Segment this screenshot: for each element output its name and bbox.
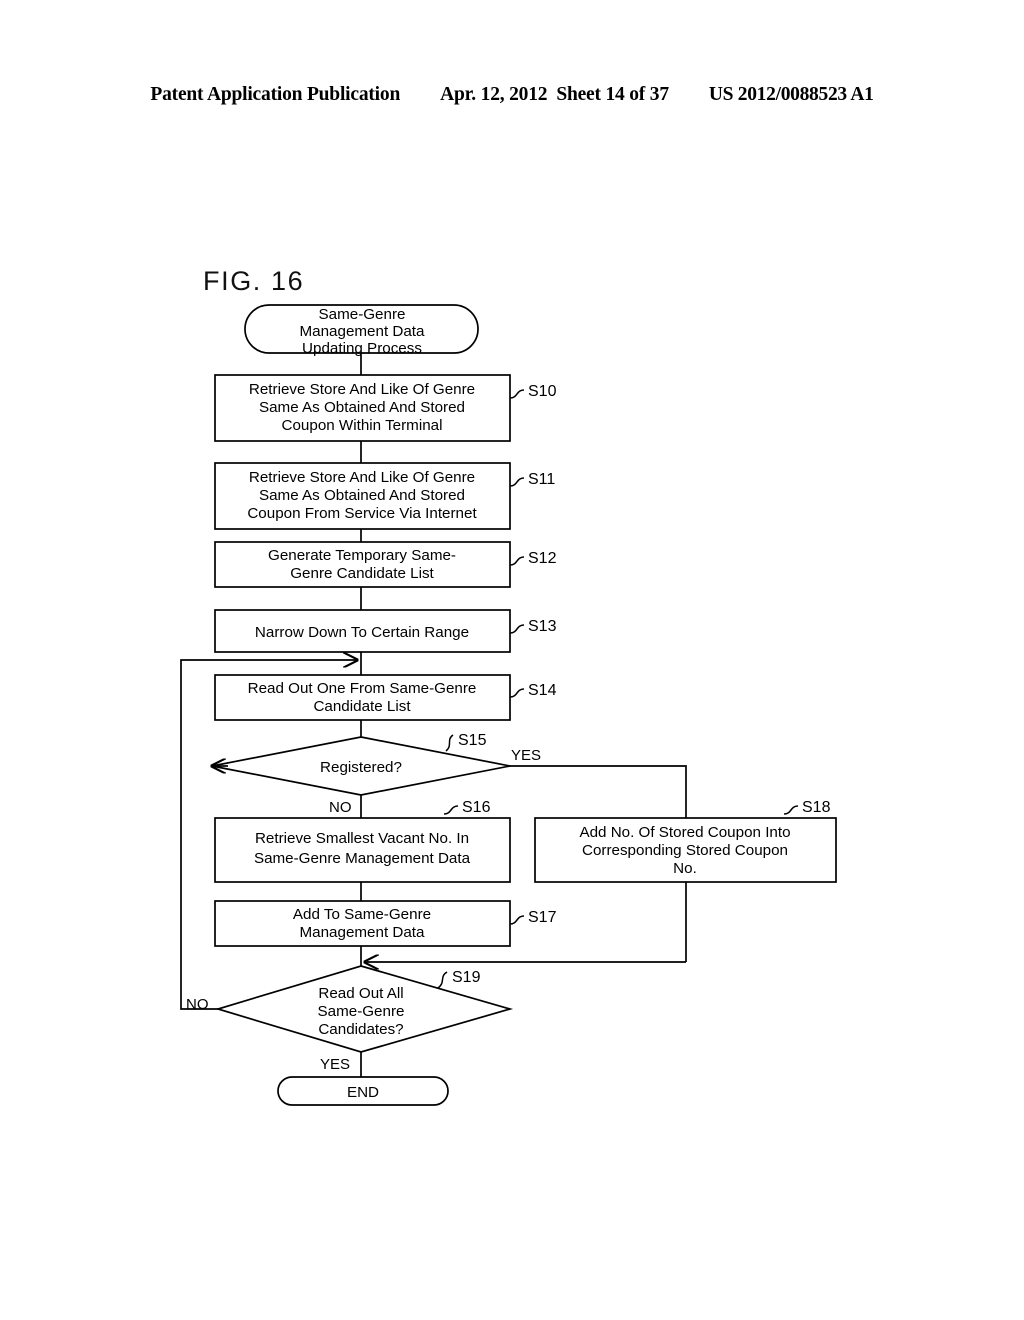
flow-node-s14: Read Out One From Same-Genre Candidate L… [214,674,511,721]
flow-node-s16: Retrieve Smallest Vacant No. In Same-Gen… [214,817,511,883]
flow-node-s10: Retrieve Store And Like Of Genre Same As… [214,374,511,442]
s11-line-3: Coupon From Service Via Internet [247,505,477,522]
step-label-s12: S12 [528,550,557,567]
start-line-3: Updating Process [302,340,422,357]
leader-s15 [445,734,454,752]
leader-s19 [437,971,448,989]
s15-line-1: Registered? [320,759,402,776]
s13-line-1: Narrow Down To Certain Range [255,624,469,641]
step-label-s13: S13 [528,618,557,635]
s17-line-1: Add To Same-Genre [293,906,431,923]
s15-no-label: NO [329,799,352,816]
leader-s16 [443,805,459,815]
s11-line-1: Retrieve Store And Like Of Genre [249,469,475,486]
s18-line-2: Corresponding Stored Coupon [582,842,788,859]
start-line-2: Management Data [300,323,426,340]
step-label-s11: S11 [528,471,555,488]
s14-line-1: Read Out One From Same-Genre [248,680,477,697]
s10-line-1: Retrieve Store And Like Of Genre [249,381,475,398]
s12-line-2: Genre Candidate List [290,565,434,582]
s19-line-2: Same-Genre [318,1003,405,1020]
s19-line-3: Candidates? [318,1021,403,1038]
leader-s13 [509,624,525,634]
flow-node-s13: Narrow Down To Certain Range [214,609,511,653]
leader-s17 [509,915,525,925]
start-line-1: Same-Genre [319,306,406,323]
step-label-s18: S18 [802,799,831,816]
flow-node-s12: Generate Temporary Same- Genre Candidate… [214,541,511,588]
s18-line-1: Add No. Of Stored Coupon Into [579,824,790,841]
leader-s11 [509,477,525,487]
flow-node-s17: Add To Same-Genre Management Data [214,900,511,947]
s17-line-2: Management Data [300,924,426,941]
step-label-s17: S17 [528,909,557,926]
s16-line-2: Same-Genre Management Data [254,850,471,867]
s19-no-label: NO [186,996,209,1013]
s10-line-2: Same As Obtained And Stored [259,399,465,416]
flow-node-s11: Retrieve Store And Like Of Genre Same As… [214,462,511,530]
step-label-s15: S15 [458,732,487,749]
leader-s10 [509,389,525,399]
s10-line-3: Coupon Within Terminal [282,417,443,434]
s12-line-1: Generate Temporary Same- [268,547,456,564]
step-label-s14: S14 [528,682,557,699]
flowchart-diagram: Same-Genre Management Data Updating Proc… [180,304,837,1106]
s19-yes-label: YES [320,1056,350,1073]
step-label-s16: S16 [462,799,491,816]
step-label-s19: S19 [452,969,481,986]
leader-s12 [509,556,525,566]
leader-s14 [509,688,525,698]
flow-node-end: END [277,1076,449,1106]
flow-node-start: Same-Genre Management Data Updating Proc… [244,304,479,357]
step-label-s10: S10 [528,383,557,400]
s11-line-2: Same As Obtained And Stored [259,487,465,504]
s19-line-1: Read Out All [318,985,403,1002]
s16-line-1: Retrieve Smallest Vacant No. In [255,830,469,847]
s14-line-2: Candidate List [313,698,411,715]
flow-node-s18: Add No. Of Stored Coupon Into Correspond… [534,817,837,883]
s18-line-3: No. [673,860,697,877]
s15-yes-label: YES [511,747,541,764]
leader-s18 [783,805,799,815]
end-label: END [347,1084,379,1101]
